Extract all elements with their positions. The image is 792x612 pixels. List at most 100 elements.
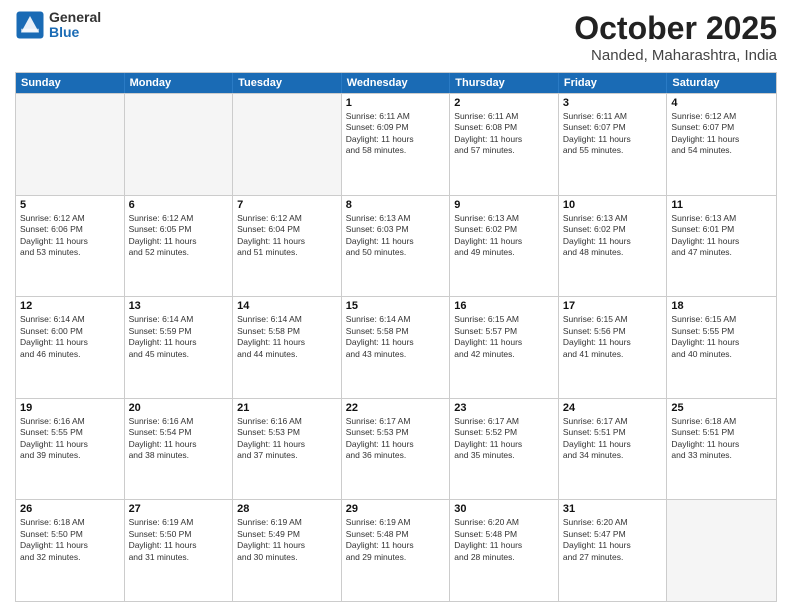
day-number: 5 (20, 199, 120, 211)
calendar-row: 26 Sunrise: 6:18 AM Sunset: 5:50 PM Dayli… (16, 499, 776, 601)
calendar-cell: 5 Sunrise: 6:12 AM Sunset: 6:06 PM Daylig… (16, 196, 125, 297)
day-number: 31 (563, 503, 663, 515)
title-block: October 2025 Nanded, Maharashtra, India (574, 10, 777, 64)
day-info: Sunrise: 6:19 AM Sunset: 5:48 PM Dayligh… (346, 517, 446, 563)
day-info: Sunrise: 6:14 AM Sunset: 5:59 PM Dayligh… (129, 314, 229, 360)
calendar-cell: 6 Sunrise: 6:12 AM Sunset: 6:05 PM Daylig… (125, 196, 234, 297)
calendar: SundayMondayTuesdayWednesdayThursdayFrid… (15, 72, 777, 602)
calendar-cell: 21Sunrise: 6:16 AM Sunset: 5:53 PM Dayli… (233, 399, 342, 500)
day-info: Sunrise: 6:19 AM Sunset: 5:49 PM Dayligh… (237, 517, 337, 563)
calendar-cell: 9Sunrise: 6:13 AM Sunset: 6:02 PM Daylig… (450, 196, 559, 297)
day-number: 25 (671, 402, 772, 414)
day-info: Sunrise: 6:15 AM Sunset: 5:57 PM Dayligh… (454, 314, 554, 360)
weekday-header: Saturday (667, 73, 776, 93)
calendar-cell: 28 Sunrise: 6:19 AM Sunset: 5:49 PM Dayli… (233, 500, 342, 601)
calendar-cell: 13 Sunrise: 6:14 AM Sunset: 5:59 PM Dayli… (125, 297, 234, 398)
calendar-cell: 15 Sunrise: 6:14 AM Sunset: 5:58 PM Dayli… (342, 297, 451, 398)
day-info: Sunrise: 6:20 AM Sunset: 5:48 PM Dayligh… (454, 517, 554, 563)
calendar-cell: 2Sunrise: 6:11 AM Sunset: 6:08 PM Daylig… (450, 94, 559, 195)
day-number: 12 (20, 300, 120, 312)
day-info: Sunrise: 6:18 AM Sunset: 5:50 PM Dayligh… (20, 517, 120, 563)
calendar-cell: 8Sunrise: 6:13 AM Sunset: 6:03 PM Daylig… (342, 196, 451, 297)
calendar-cell: 19 Sunrise: 6:16 AM Sunset: 5:55 PM Dayli… (16, 399, 125, 500)
calendar-cell (16, 94, 125, 195)
day-info: Sunrise: 6:12 AM Sunset: 6:06 PM Dayligh… (20, 213, 120, 259)
day-number: 16 (454, 300, 554, 312)
day-info: Sunrise: 6:14 AM Sunset: 5:58 PM Dayligh… (237, 314, 337, 360)
day-number: 4 (671, 97, 772, 109)
day-number: 28 (237, 503, 337, 515)
calendar-cell: 18 Sunrise: 6:15 AM Sunset: 5:55 PM Dayli… (667, 297, 776, 398)
title-month: October 2025 (574, 10, 777, 47)
day-number: 18 (671, 300, 772, 312)
day-info: Sunrise: 6:15 AM Sunset: 5:55 PM Dayligh… (671, 314, 772, 360)
day-number: 13 (129, 300, 229, 312)
logo: General Blue (15, 10, 101, 41)
logo-blue: Blue (49, 25, 101, 40)
day-number: 1 (346, 97, 446, 109)
calendar-cell: 27Sunrise: 6:19 AM Sunset: 5:50 PM Dayli… (125, 500, 234, 601)
day-number: 20 (129, 402, 229, 414)
calendar-header: SundayMondayTuesdayWednesdayThursdayFrid… (16, 73, 776, 93)
day-info: Sunrise: 6:12 AM Sunset: 6:05 PM Dayligh… (129, 213, 229, 259)
day-info: Sunrise: 6:16 AM Sunset: 5:55 PM Dayligh… (20, 416, 120, 462)
day-info: Sunrise: 6:13 AM Sunset: 6:02 PM Dayligh… (563, 213, 663, 259)
calendar-cell: 10Sunrise: 6:13 AM Sunset: 6:02 PM Dayli… (559, 196, 668, 297)
calendar-cell: 12 Sunrise: 6:14 AM Sunset: 6:00 PM Dayli… (16, 297, 125, 398)
calendar-cell: 3Sunrise: 6:11 AM Sunset: 6:07 PM Daylig… (559, 94, 668, 195)
calendar-cell: 24Sunrise: 6:17 AM Sunset: 5:51 PM Dayli… (559, 399, 668, 500)
day-number: 22 (346, 402, 446, 414)
calendar-body: 1Sunrise: 6:11 AM Sunset: 6:09 PM Daylig… (16, 93, 776, 601)
calendar-cell: 4 Sunrise: 6:12 AM Sunset: 6:07 PM Daylig… (667, 94, 776, 195)
day-number: 15 (346, 300, 446, 312)
day-info: Sunrise: 6:13 AM Sunset: 6:03 PM Dayligh… (346, 213, 446, 259)
page: General Blue October 2025 Nanded, Mahara… (0, 0, 792, 612)
calendar-cell: 31 Sunrise: 6:20 AM Sunset: 5:47 PM Dayli… (559, 500, 668, 601)
calendar-cell: 11Sunrise: 6:13 AM Sunset: 6:01 PM Dayli… (667, 196, 776, 297)
day-info: Sunrise: 6:13 AM Sunset: 6:02 PM Dayligh… (454, 213, 554, 259)
day-info: Sunrise: 6:13 AM Sunset: 6:01 PM Dayligh… (671, 213, 772, 259)
day-info: Sunrise: 6:20 AM Sunset: 5:47 PM Dayligh… (563, 517, 663, 563)
logo-general: General (49, 10, 101, 25)
day-number: 7 (237, 199, 337, 211)
day-number: 17 (563, 300, 663, 312)
calendar-row: 5 Sunrise: 6:12 AM Sunset: 6:06 PM Daylig… (16, 195, 776, 297)
calendar-cell: 22Sunrise: 6:17 AM Sunset: 5:53 PM Dayli… (342, 399, 451, 500)
day-number: 26 (20, 503, 120, 515)
weekday-header: Tuesday (233, 73, 342, 93)
day-info: Sunrise: 6:12 AM Sunset: 6:04 PM Dayligh… (237, 213, 337, 259)
day-number: 19 (20, 402, 120, 414)
day-number: 30 (454, 503, 554, 515)
calendar-cell: 30 Sunrise: 6:20 AM Sunset: 5:48 PM Dayli… (450, 500, 559, 601)
day-number: 27 (129, 503, 229, 515)
calendar-cell: 7 Sunrise: 6:12 AM Sunset: 6:04 PM Daylig… (233, 196, 342, 297)
weekday-header: Friday (559, 73, 668, 93)
weekday-header: Sunday (16, 73, 125, 93)
day-info: Sunrise: 6:12 AM Sunset: 6:07 PM Dayligh… (671, 111, 772, 157)
calendar-cell: 20 Sunrise: 6:16 AM Sunset: 5:54 PM Dayli… (125, 399, 234, 500)
calendar-cell: 17Sunrise: 6:15 AM Sunset: 5:56 PM Dayli… (559, 297, 668, 398)
calendar-cell: 26 Sunrise: 6:18 AM Sunset: 5:50 PM Dayli… (16, 500, 125, 601)
weekday-header: Monday (125, 73, 234, 93)
day-number: 6 (129, 199, 229, 211)
day-number: 23 (454, 402, 554, 414)
title-location: Nanded, Maharashtra, India (574, 47, 777, 64)
day-info: Sunrise: 6:17 AM Sunset: 5:52 PM Dayligh… (454, 416, 554, 462)
day-info: Sunrise: 6:11 AM Sunset: 6:08 PM Dayligh… (454, 111, 554, 157)
day-number: 24 (563, 402, 663, 414)
day-info: Sunrise: 6:16 AM Sunset: 5:54 PM Dayligh… (129, 416, 229, 462)
day-info: Sunrise: 6:14 AM Sunset: 6:00 PM Dayligh… (20, 314, 120, 360)
day-info: Sunrise: 6:18 AM Sunset: 5:51 PM Dayligh… (671, 416, 772, 462)
calendar-cell: 16 Sunrise: 6:15 AM Sunset: 5:57 PM Dayli… (450, 297, 559, 398)
day-info: Sunrise: 6:14 AM Sunset: 5:58 PM Dayligh… (346, 314, 446, 360)
calendar-row: 12 Sunrise: 6:14 AM Sunset: 6:00 PM Dayli… (16, 296, 776, 398)
logo-icon (15, 10, 45, 40)
day-number: 21 (237, 402, 337, 414)
day-number: 14 (237, 300, 337, 312)
calendar-cell (125, 94, 234, 195)
calendar-cell: 1Sunrise: 6:11 AM Sunset: 6:09 PM Daylig… (342, 94, 451, 195)
calendar-cell: 25 Sunrise: 6:18 AM Sunset: 5:51 PM Dayli… (667, 399, 776, 500)
calendar-cell (667, 500, 776, 601)
calendar-cell: 23 Sunrise: 6:17 AM Sunset: 5:52 PM Dayli… (450, 399, 559, 500)
weekday-header: Thursday (450, 73, 559, 93)
